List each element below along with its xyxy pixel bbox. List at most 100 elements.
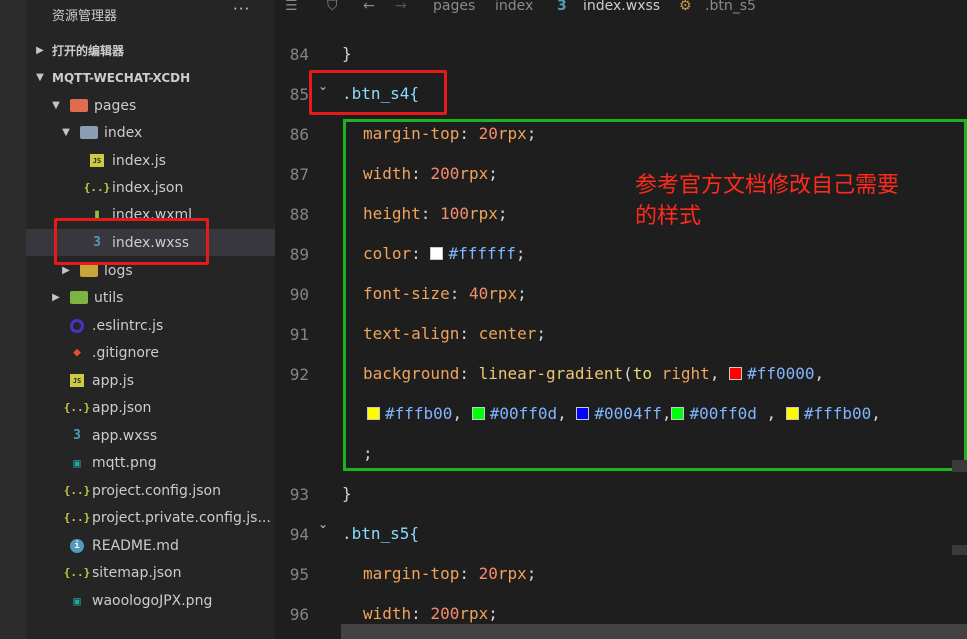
- tree-item-app-js[interactable]: JS app.js: [26, 367, 275, 394]
- fold-chevron-icon[interactable]: ⌄: [318, 517, 328, 531]
- tree-item-label: index: [104, 124, 143, 141]
- tree-item-gitignore[interactable]: ◆ .gitignore: [26, 339, 275, 366]
- line-number: 95: [289, 565, 309, 584]
- tree-item-app-wxss[interactable]: 3 app.wxss: [26, 422, 275, 449]
- back-arrow-icon[interactable]: ←: [363, 0, 375, 14]
- line-number: 85: [289, 85, 309, 104]
- tree-item-index-json[interactable]: {..} index.json: [26, 174, 275, 201]
- breadcrumb-index[interactable]: index: [495, 0, 533, 14]
- git-icon: ◆: [73, 345, 81, 360]
- tree-item-label: .gitignore: [92, 344, 159, 361]
- horizontal-scrollbar[interactable]: [341, 624, 967, 639]
- js-file-icon: JS: [70, 374, 84, 387]
- brace: }: [342, 44, 352, 63]
- open-editors-section[interactable]: ▶ 打开的编辑器: [26, 37, 275, 64]
- breadcrumb-pages[interactable]: pages: [433, 0, 475, 14]
- brace: }: [342, 484, 352, 503]
- tree-item-label: project.private.config.js...: [92, 509, 271, 526]
- json-file-icon: {..}: [63, 566, 91, 579]
- value-number: 20: [478, 564, 498, 583]
- tree-item-label: mqtt.png: [92, 454, 157, 471]
- scrollbar-marker[interactable]: [952, 545, 967, 555]
- tree-item-sitemap[interactable]: {..} sitemap.json: [26, 559, 275, 586]
- tree-item-label: pages: [94, 97, 137, 114]
- tree-item-eslintrc[interactable]: .eslintrc.js: [26, 312, 275, 339]
- annotation-line: 参考官方文档修改自己需要: [635, 173, 900, 198]
- tree-item-project-private-config[interactable]: {..} project.private.config.js...: [26, 504, 275, 531]
- open-editors-label: 打开的编辑器: [52, 44, 125, 58]
- json-file-icon: {..}: [63, 511, 91, 524]
- tree-item-pages[interactable]: ▼ pages: [26, 92, 275, 119]
- code-line: }: [342, 44, 352, 63]
- tree-item-readme[interactable]: i README.md: [26, 532, 275, 559]
- tree-item-label: waoologoJPX.png: [92, 592, 213, 609]
- folder-open-icon: [80, 126, 98, 139]
- unit: rpx: [459, 604, 489, 623]
- line-number: 96: [289, 605, 309, 624]
- activity-bar: [0, 0, 26, 639]
- folder-icon: [80, 264, 98, 277]
- project-section[interactable]: ▼ MQTT-WECHAT-XCDH: [26, 64, 275, 91]
- highlight-box-active-file: [54, 218, 209, 265]
- tree-item-app-json[interactable]: {..} app.json: [26, 394, 275, 421]
- annotation-note: 参考官方文档修改自己需要 的样式: [635, 170, 899, 232]
- css-file-icon: 3: [557, 0, 567, 14]
- line-number: 93: [289, 485, 309, 504]
- chevron-right-icon: ▶: [52, 292, 60, 303]
- tree-item-index-folder[interactable]: ▼ index: [26, 119, 275, 146]
- chevron-down-icon: ▼: [36, 72, 44, 83]
- tree-item-label: sitemap.json: [92, 564, 182, 581]
- folder-utils-icon: [70, 291, 88, 304]
- scrollbar-marker[interactable]: [952, 460, 967, 472]
- code-line: margin-top: 20rpx;: [363, 564, 537, 583]
- symbol-class-icon: ⚙: [679, 0, 692, 14]
- tree-item-label: app.js: [92, 372, 134, 389]
- line-number: 90: [289, 285, 309, 304]
- tree-item-label: .eslintrc.js: [92, 317, 164, 334]
- tree-item-utils[interactable]: ▶ utils: [26, 284, 275, 311]
- json-file-icon: {..}: [63, 484, 91, 497]
- code-line: }: [342, 484, 352, 503]
- line-number: 94: [289, 525, 309, 544]
- list-icon[interactable]: ☰: [285, 0, 298, 14]
- eslint-icon: [70, 318, 84, 333]
- more-actions-button[interactable]: ···: [233, 0, 250, 18]
- breadcrumb-file[interactable]: index.wxss: [583, 0, 660, 14]
- line-number: 88: [289, 205, 309, 224]
- line-number: 86: [289, 125, 309, 144]
- tree-item-label: app.json: [92, 399, 152, 416]
- property: margin-top: [363, 564, 460, 583]
- code-editor[interactable]: ☰ ⛉ ← → pages index 3 index.wxss ⚙ .btn_…: [275, 0, 967, 639]
- tree-item-label: index.js: [112, 152, 166, 169]
- folder-pages-icon: [70, 99, 88, 112]
- property: width: [363, 604, 412, 623]
- explorer-title: 资源管理器: [52, 9, 118, 24]
- css-file-icon: 3: [73, 428, 81, 443]
- bookmark-icon[interactable]: ⛉: [327, 0, 338, 14]
- chevron-down-icon: ▼: [62, 127, 70, 138]
- forward-arrow-icon[interactable]: →: [395, 0, 407, 14]
- line-number: 92: [289, 365, 309, 384]
- chevron-right-icon: ▶: [62, 265, 70, 276]
- project-label: MQTT-WECHAT-XCDH: [52, 70, 191, 85]
- tree-item-project-config[interactable]: {..} project.config.json: [26, 477, 275, 504]
- code-line: .btn_s5{: [342, 524, 419, 543]
- tree-item-label: app.wxss: [92, 427, 158, 444]
- tree-item-waoologo-png[interactable]: ▣ waoologoJPX.png: [26, 587, 275, 614]
- image-file-icon: ▣: [73, 593, 81, 608]
- selector: .btn_s5{: [342, 524, 420, 543]
- js-file-icon: JS: [90, 154, 104, 167]
- highlight-box-selector: [309, 70, 447, 115]
- tree-item-label: README.md: [92, 537, 179, 554]
- annotation-line: 的样式: [635, 204, 702, 229]
- tree-item-label: project.config.json: [92, 482, 221, 499]
- breadcrumb: ☰ ⛉ ← → pages index 3 index.wxss ⚙ .btn_…: [275, 0, 967, 16]
- value-number: 200: [430, 604, 460, 623]
- tree-item-mqtt-png[interactable]: ▣ mqtt.png: [26, 449, 275, 476]
- chevron-right-icon: ▶: [36, 45, 44, 56]
- tree-item-index-js[interactable]: JS index.js: [26, 147, 275, 174]
- tree-item-label: index.json: [112, 179, 184, 196]
- breadcrumb-symbol[interactable]: .btn_s5: [705, 0, 756, 14]
- line-number: 89: [289, 245, 309, 264]
- json-file-icon: {..}: [63, 401, 91, 414]
